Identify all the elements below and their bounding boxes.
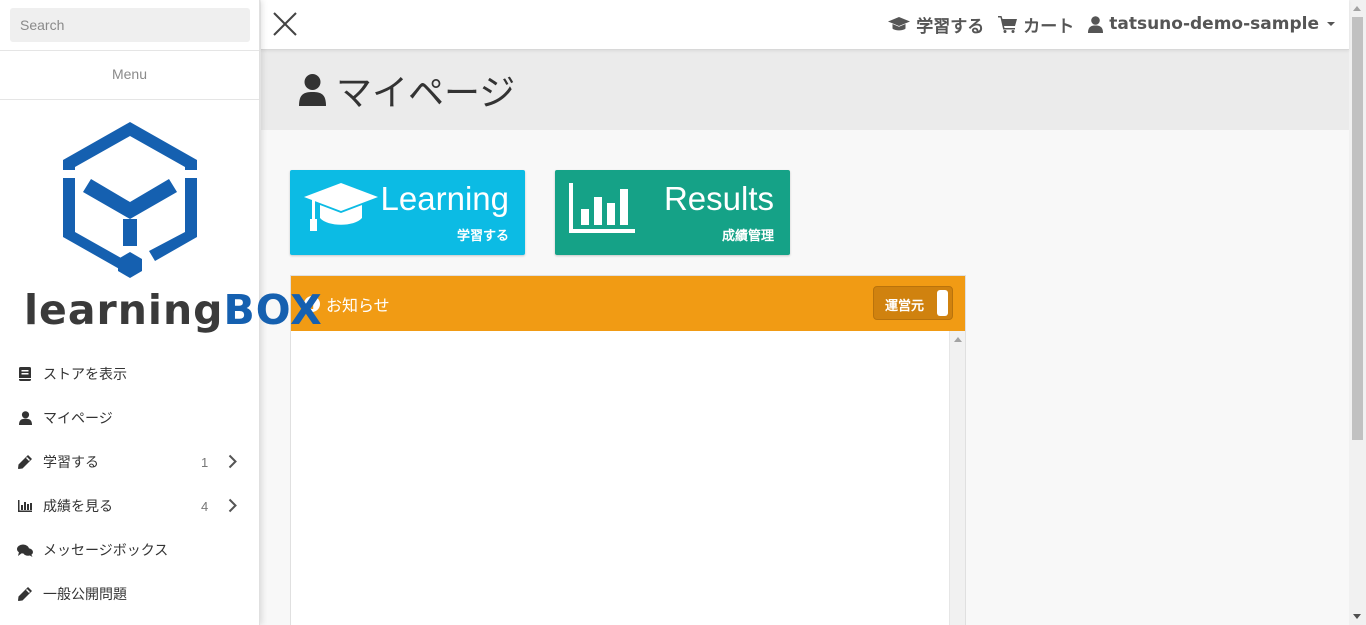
header-learn-link[interactable]: 学習する [888, 12, 984, 37]
learning-card-title: Learning [380, 180, 509, 217]
user-icon [17, 410, 33, 426]
search-area [0, 0, 259, 51]
page-title: マイページ [299, 64, 515, 116]
operator-toggle-label: 運営元 [885, 299, 925, 314]
operator-toggle[interactable]: 運営元 [873, 286, 953, 320]
bar-chart-icon [17, 498, 33, 514]
bar-chart-icon [569, 183, 635, 233]
scroll-down-icon [1353, 614, 1361, 619]
sidebar-item-messages[interactable]: メッセージボックス [0, 528, 259, 572]
learning-card-subtitle: 学習する [456, 229, 509, 244]
chevron-right-icon [228, 454, 237, 473]
results-card[interactable]: Results 成績管理 [555, 170, 790, 255]
user-icon [299, 74, 326, 106]
scroll-up-icon [1353, 6, 1361, 11]
close-menu-button[interactable] [273, 12, 297, 36]
scroll-up-icon [954, 337, 962, 342]
graduation-cap-icon [888, 16, 911, 30]
sidebar-item-store[interactable]: ストアを表示 [0, 352, 259, 396]
chevron-right-icon [228, 498, 237, 517]
sidebar-item-label: 一般公開問題 [43, 587, 127, 603]
page-title-text: マイページ [336, 73, 516, 114]
caret-down-icon [1327, 22, 1335, 26]
sidebar: Menu learningBOX ストアを表示 [0, 0, 322, 625]
sidebar-item-results[interactable]: 成績を見る 4 [0, 484, 259, 528]
sidebar-nav: ストアを表示 マイページ 学習する 1 成績を見る 4 メッセージボックス 一般… [0, 352, 259, 616]
user-icon [1088, 15, 1104, 33]
cart-icon [998, 15, 1018, 33]
logo-wordmark: learningBOX [24, 286, 323, 334]
sidebar-item-label: 成績を見る [43, 499, 113, 515]
header-nav: 学習する カート tatsuno-demo-sample [888, 0, 1335, 48]
notice-panel: お知らせ 運営元 [290, 275, 966, 625]
cube-logo-icon [63, 122, 197, 278]
item-count: 1 [201, 454, 209, 470]
top-header: 学習する カート tatsuno-demo-sample [261, 0, 1349, 50]
notice-panel-header: お知らせ 運営元 [291, 276, 965, 331]
notice-title-text: お知らせ [326, 296, 390, 315]
sidebar-item-learn[interactable]: 学習する 1 [0, 440, 259, 484]
book-icon [17, 366, 33, 382]
toggle-knob [937, 290, 948, 316]
menu-label: Menu [0, 51, 259, 100]
sidebar-item-public-questions[interactable]: 一般公開問題 [0, 572, 259, 616]
learning-card[interactable]: Learning 学習する [290, 170, 525, 255]
pencil-icon [17, 586, 33, 602]
results-card-subtitle: 成績管理 [721, 229, 774, 244]
page-header: マイページ [261, 50, 1349, 130]
sidebar-item-label: 学習する [43, 455, 99, 471]
graduation-cap-icon [304, 183, 378, 231]
search-input[interactable] [10, 8, 250, 42]
sidebar-item-label: マイページ [43, 411, 113, 427]
header-cart-link[interactable]: カート [998, 12, 1074, 37]
scroll-thumb[interactable] [1352, 17, 1363, 440]
sidebar-item-label: メッセージボックス [43, 543, 169, 559]
pencil-icon [17, 454, 33, 470]
header-learn-label: 学習する [916, 16, 985, 37]
sidebar-item-mypage[interactable]: マイページ [0, 396, 259, 440]
learningbox-logo[interactable]: learningBOX [0, 100, 322, 352]
close-icon [273, 12, 297, 36]
window-scrollbar[interactable] [1349, 0, 1366, 625]
comments-icon [17, 542, 33, 558]
user-name: tatsuno-demo-sample [1109, 14, 1319, 34]
user-menu-dropdown[interactable]: tatsuno-demo-sample [1088, 14, 1335, 34]
sidebar-item-label: ストアを表示 [43, 367, 127, 383]
item-count: 4 [201, 498, 209, 514]
notice-scrollbar[interactable] [949, 331, 965, 625]
results-card-title: Results [663, 180, 774, 217]
header-cart-label: カート [1023, 16, 1075, 37]
